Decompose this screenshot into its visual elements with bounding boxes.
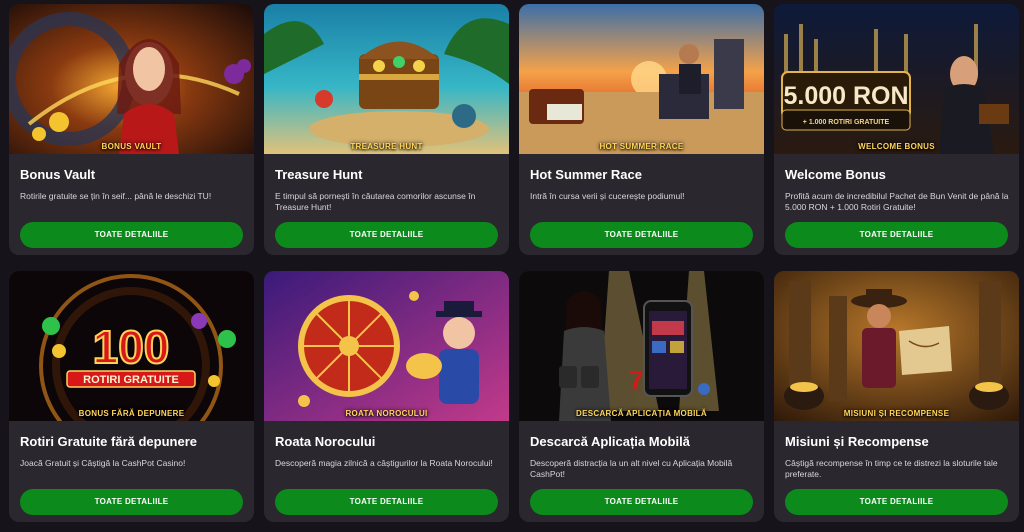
promo-image-mobile-app[interactable]: 7 DESCARCĂ APLICAȚIA MOBILĂ — [519, 271, 764, 421]
promo-tag: HOT SUMMER RACE — [599, 142, 684, 151]
promo-title: Rotiri Gratuite fără depunere — [20, 434, 197, 449]
free-spins-sub-text: ROTIRI GRATUITE — [83, 374, 179, 386]
promo-image-missions[interactable]: MISIUNI ȘI RECOMPENSE — [774, 271, 1019, 421]
svg-text:7: 7 — [629, 365, 643, 395]
promo-title: Bonus Vault — [20, 167, 96, 182]
promo-title: Treasure Hunt — [275, 167, 363, 182]
promo-title: Hot Summer Race — [530, 167, 642, 182]
details-button[interactable]: TOATE DETALIILE — [785, 222, 1008, 248]
promo-image-hot-summer-race[interactable]: HOT SUMMER RACE — [519, 4, 764, 154]
details-button[interactable]: TOATE DETALIILE — [530, 222, 753, 248]
details-button[interactable]: TOATE DETALIILE — [275, 489, 498, 515]
promo-image-bonus-vault[interactable]: BONUS VAULT — [9, 4, 254, 154]
promo-title: Descarcă Aplicația Mobilă — [530, 434, 690, 449]
promo-tag: BONUS FĂRĂ DEPUNERE — [78, 409, 185, 418]
promo-description: E timpul să pornești în căutarea comoril… — [275, 191, 476, 212]
free-spins-number-text: 100 — [93, 321, 170, 373]
details-button[interactable]: TOATE DETALIILE — [275, 222, 498, 248]
welcome-sub-text: + 1.000 ROTIRI GRATUITE — [803, 119, 890, 126]
promo-description: Descoperă magia zilnică a câștigurilor l… — [275, 458, 493, 468]
promo-card-mobile-app[interactable]: 7 DESCARCĂ APLICAȚIA MOBILĂ Descarcă Apl… — [519, 271, 764, 522]
welcome-amount-text: 5.000 RON — [783, 82, 908, 110]
details-button[interactable]: TOATE DETALIILE — [530, 489, 753, 515]
promo-card-treasure-hunt[interactable]: TREASURE HUNT Treasure Hunt E timpul să … — [264, 4, 509, 255]
promo-image-free-spins[interactable]: 100 ROTIRI GRATUITE BONUS FĂRĂ DEPUNERE — [9, 271, 254, 421]
promo-card-missions[interactable]: MISIUNI ȘI RECOMPENSE Misiuni și Recompe… — [774, 271, 1019, 522]
promo-tag: TREASURE HUNT — [350, 142, 423, 151]
promo-description: Intră în cursa verii și cucerește podium… — [530, 191, 685, 201]
promo-tag: BONUS VAULT — [101, 142, 162, 151]
details-button[interactable]: TOATE DETALIILE — [20, 489, 243, 515]
promo-card-bonus-vault[interactable]: BONUS VAULT Bonus Vault Rotirile gratuit… — [9, 4, 254, 255]
promo-title: Welcome Bonus — [785, 167, 886, 182]
promo-image-lucky-wheel[interactable]: ROATA NOROCULUI — [264, 271, 509, 421]
promotions-grid: BONUS VAULT Bonus Vault Rotirile gratuit… — [0, 0, 1024, 532]
promo-description: Descoperă distracția la un alt nivel cu … — [530, 458, 733, 479]
promo-card-welcome-bonus[interactable]: 5.000 RON + 1.000 ROTIRI GRATUITE WELCOM… — [774, 4, 1019, 255]
promo-card-free-spins[interactable]: 100 ROTIRI GRATUITE BONUS FĂRĂ DEPUNERE … — [9, 271, 254, 522]
promo-title: Misiuni și Recompense — [785, 434, 929, 449]
promo-card-lucky-wheel[interactable]: ROATA NOROCULUI Roata Norocului Descoper… — [264, 271, 509, 522]
promo-image-welcome-bonus[interactable]: 5.000 RON + 1.000 ROTIRI GRATUITE WELCOM… — [774, 4, 1019, 154]
promo-tag: ROATA NOROCULUI — [345, 409, 428, 418]
promo-image-treasure-hunt[interactable]: TREASURE HUNT — [264, 4, 509, 154]
promo-tag: WELCOME BONUS — [858, 142, 935, 151]
details-button[interactable]: TOATE DETALIILE — [785, 489, 1008, 515]
promo-description: Câștigă recompense în timp ce te distrez… — [785, 458, 998, 479]
promo-tag: MISIUNI ȘI RECOMPENSE — [843, 409, 950, 418]
promo-title: Roata Norocului — [275, 434, 376, 449]
promo-card-hot-summer-race[interactable]: HOT SUMMER RACE Hot Summer Race Intră în… — [519, 4, 764, 255]
details-button[interactable]: TOATE DETALIILE — [20, 222, 243, 248]
promo-description: Rotirile gratuite se țin în seif... până… — [20, 191, 212, 201]
promo-description: Profită acum de incredibilul Pachet de B… — [785, 191, 1009, 212]
promo-tag: DESCARCĂ APLICAȚIA MOBILĂ — [576, 409, 707, 418]
promo-description: Joacă Gratuit și Câștigă la CashPot Casi… — [20, 458, 186, 468]
